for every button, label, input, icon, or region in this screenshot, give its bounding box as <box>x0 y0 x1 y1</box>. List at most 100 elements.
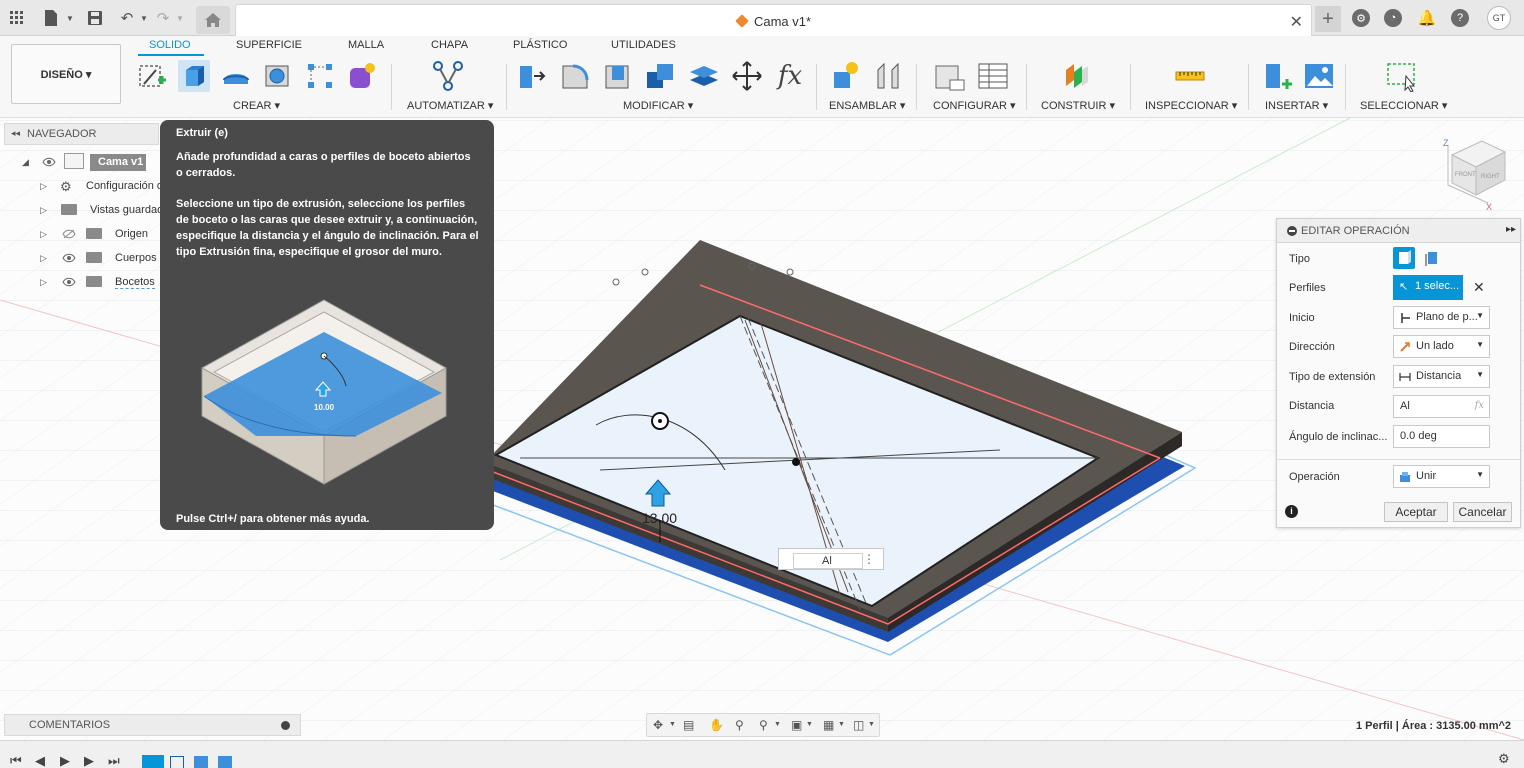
group-modificar[interactable]: MODIFICAR ▾ <box>623 99 693 112</box>
timeline-settings-icon[interactable]: ⚙ <box>1498 751 1510 767</box>
comments-panel[interactable]: COMENTARIOS <box>4 714 301 736</box>
tab-superficie[interactable]: SUPERFICIE <box>236 39 302 51</box>
group-configurar[interactable]: CONFIGURAR ▾ <box>933 99 1016 112</box>
add-comment-icon[interactable] <box>281 721 290 730</box>
create-form-icon[interactable] <box>346 60 378 92</box>
tipo-extension-dropdown[interactable]: Distancia ▼ <box>1393 365 1490 388</box>
tab-plastico[interactable]: PLÁSTICO <box>513 39 567 51</box>
automate-icon[interactable] <box>432 60 464 92</box>
expand-icon[interactable]: ▷ <box>40 253 47 264</box>
file-dropdown-icon[interactable]: ▼ <box>59 8 81 28</box>
collapse-navigator-icon[interactable]: ◂◂ <box>11 128 20 139</box>
play-icon[interactable]: ▶ <box>60 753 70 768</box>
visibility-eye-icon[interactable] <box>62 253 76 263</box>
pan-hand-icon[interactable]: ✋ <box>709 718 724 732</box>
cancel-button[interactable]: Cancelar <box>1453 502 1512 522</box>
revolve-icon[interactable] <box>220 60 252 92</box>
combine-icon[interactable] <box>645 60 677 92</box>
shell-icon[interactable] <box>602 60 634 92</box>
chevron-down-icon[interactable]: ▼ <box>838 718 852 732</box>
operacion-dropdown[interactable]: Unir ▼ <box>1393 465 1490 488</box>
notifications-icon[interactable]: 🔔 <box>1418 9 1437 27</box>
distancia-input[interactable]: Al fx <box>1393 395 1490 418</box>
new-component-icon[interactable] <box>830 60 862 92</box>
expand-icon[interactable]: ▷ <box>40 205 47 216</box>
clear-selection-icon[interactable]: ✕ <box>1473 279 1485 296</box>
hole-icon[interactable] <box>262 60 294 92</box>
pattern-icon[interactable] <box>304 60 336 92</box>
chevron-down-icon[interactable]: ▼ <box>806 718 820 732</box>
group-crear[interactable]: CREAR ▾ <box>233 99 280 112</box>
tab-solido[interactable]: SOLIDO <box>149 39 191 51</box>
viewports-icon[interactable]: ◫ <box>853 718 867 732</box>
go-to-start-icon[interactable]: ⏮ <box>10 753 22 768</box>
fit-icon[interactable]: ⚲ <box>759 718 773 732</box>
visibility-eye-icon[interactable] <box>42 157 56 167</box>
navigator-item-configuracion[interactable]: Configuración d <box>86 180 163 192</box>
help-icon[interactable]: ? <box>1451 9 1469 27</box>
group-inspeccionar[interactable]: INSPECCIONAR ▾ <box>1145 99 1237 112</box>
extrude-icon[interactable] <box>178 60 210 92</box>
close-tab-icon[interactable]: ✕ <box>1290 12 1303 32</box>
chevron-down-icon[interactable]: ▼ <box>774 718 788 732</box>
expand-root-icon[interactable]: ◢ <box>22 157 29 168</box>
press-pull-icon[interactable] <box>516 60 548 92</box>
more-options-icon[interactable]: ⋮ <box>863 552 875 566</box>
distance-inline-value[interactable]: Al <box>793 553 863 569</box>
insert-image-icon[interactable] <box>1303 60 1335 92</box>
measure-icon[interactable] <box>1174 60 1206 92</box>
timeline-feature-extrude2[interactable] <box>218 756 232 768</box>
tab-utilidades[interactable]: UTILIDADES <box>611 39 676 51</box>
create-sketch-icon[interactable] <box>136 60 168 92</box>
group-construir[interactable]: CONSTRUIR ▾ <box>1041 99 1115 112</box>
parameters-icon[interactable]: fx <box>774 60 806 92</box>
group-insertar[interactable]: INSERTAR ▾ <box>1265 99 1328 112</box>
direccion-dropdown[interactable]: Un lado ▼ <box>1393 335 1490 358</box>
navigator-root[interactable]: Cama v1 <box>90 154 146 171</box>
expand-panel-icon[interactable]: ▸▸ <box>1506 224 1516 235</box>
browser-navigator[interactable]: ◂◂ NAVEGADOR <box>4 123 159 145</box>
expand-icon[interactable]: ▷ <box>40 181 47 192</box>
timeline-feature-sketch[interactable] <box>170 756 184 768</box>
expand-icon[interactable]: ▷ <box>40 277 47 288</box>
move-copy-icon[interactable] <box>731 60 763 92</box>
user-avatar[interactable]: GT <box>1487 6 1511 30</box>
timeline-feature-extrude[interactable] <box>142 755 164 768</box>
hidden-eye-icon[interactable] <box>62 229 76 239</box>
document-tab[interactable]: Cama v1* ✕ <box>235 4 1312 36</box>
profiles-selection-button[interactable]: ↖ 1 selec... <box>1393 275 1463 300</box>
angulo-input[interactable]: 0.0 deg <box>1393 425 1490 448</box>
look-at-icon[interactable]: ▤ <box>683 718 697 732</box>
navigator-item-cuerpos[interactable]: Cuerpos <box>115 252 157 264</box>
orbit-icon[interactable]: ✥ <box>653 718 667 732</box>
go-to-end-icon[interactable]: ⏭ <box>108 753 120 768</box>
collapse-panel-icon[interactable] <box>1287 226 1297 236</box>
accept-button[interactable]: Aceptar <box>1384 502 1448 522</box>
job-status-icon[interactable]: ◔ <box>1384 9 1402 27</box>
joint-icon[interactable] <box>872 60 904 92</box>
save-icon[interactable] <box>84 8 106 28</box>
timeline-feature-body[interactable] <box>194 756 208 768</box>
fillet-icon[interactable] <box>559 60 591 92</box>
group-seleccionar[interactable]: SELECCIONAR ▾ <box>1360 99 1447 112</box>
group-automatizar[interactable]: AUTOMATIZAR ▾ <box>407 99 493 112</box>
display-settings-icon[interactable]: ▣ <box>791 718 805 732</box>
distance-inline-input[interactable]: Al ⋮ <box>778 548 884 570</box>
home-button[interactable] <box>196 6 230 34</box>
step-forward-icon[interactable]: ▶ <box>84 753 94 768</box>
chevron-down-icon[interactable]: ▼ <box>868 718 882 732</box>
select-icon[interactable] <box>1386 60 1418 93</box>
info-icon[interactable]: i <box>1285 505 1298 518</box>
navigator-item-origen[interactable]: Origen <box>115 228 148 240</box>
offset-face-icon[interactable] <box>688 60 720 92</box>
construct-plane-icon[interactable] <box>1062 60 1094 92</box>
inicio-dropdown[interactable]: Plano de p... ▼ <box>1393 306 1490 329</box>
step-back-icon[interactable]: ◀ <box>35 753 45 768</box>
redo-dropdown-icon[interactable]: ▼ <box>169 8 191 28</box>
navigator-item-bocetos[interactable]: Bocetos <box>115 276 155 289</box>
visibility-eye-icon[interactable] <box>62 277 76 287</box>
panel-header[interactable]: EDITAR OPERACIÓN ▸▸ <box>1277 219 1520 243</box>
extensions-icon[interactable]: ⚙ <box>1352 9 1370 27</box>
navigator-item-vistas[interactable]: Vistas guardad <box>90 204 163 216</box>
extrude-type-solid-button[interactable] <box>1393 247 1415 269</box>
